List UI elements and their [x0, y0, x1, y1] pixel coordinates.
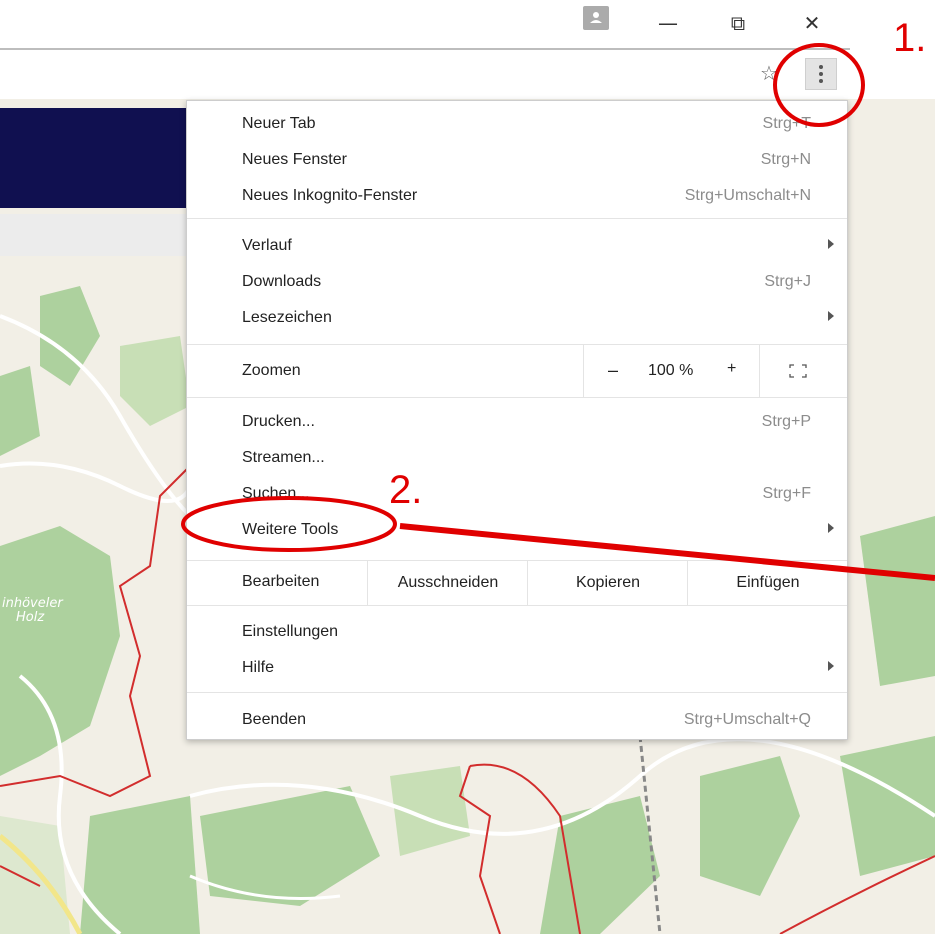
submenu-arrow-icon — [828, 523, 834, 533]
menu-separator — [187, 218, 847, 219]
menu-item-more-tools[interactable]: Weitere Tools — [187, 513, 847, 549]
site-header — [0, 108, 190, 208]
chrome-menu-button[interactable] — [805, 58, 837, 90]
fullscreen-icon — [789, 364, 807, 378]
menu-separator — [187, 605, 847, 606]
person-icon — [590, 12, 602, 23]
menu-item-incognito[interactable]: Neues Inkognito-Fenster Strg+Umschalt+N — [187, 179, 847, 215]
copy-button[interactable]: Kopieren — [527, 561, 688, 605]
kebab-icon — [819, 65, 823, 83]
minimize-button[interactable]: — — [648, 8, 688, 38]
map-place-label: inhöveler Holz — [2, 596, 63, 625]
menu-item-settings[interactable]: Einstellungen — [187, 615, 847, 651]
star-icon[interactable]: ☆ — [760, 62, 782, 84]
menu-item-history[interactable]: Verlauf — [187, 229, 847, 265]
submenu-arrow-icon — [828, 661, 834, 671]
menu-edit-row: Bearbeiten Ausschneiden Kopieren Einfüge… — [187, 561, 847, 605]
zoom-level: 100 % — [648, 362, 694, 379]
zoom-controls: – 100 % + — [583, 345, 759, 397]
menu-item-help[interactable]: Hilfe — [187, 651, 847, 687]
restore-button[interactable]: ⧉ — [718, 8, 758, 38]
close-button[interactable]: ✕ — [792, 8, 832, 38]
profile-button[interactable] — [583, 6, 609, 30]
paste-button[interactable]: Einfügen — [687, 561, 848, 605]
menu-item-cast[interactable]: Streamen... — [187, 441, 847, 477]
menu-separator — [187, 397, 847, 398]
menu-item-bookmarks[interactable]: Lesezeichen — [187, 301, 847, 337]
step2-label: 2. — [389, 468, 423, 512]
cut-button[interactable]: Ausschneiden — [367, 561, 528, 605]
site-subbar — [0, 214, 190, 256]
window-titlebar: — ⧉ ✕ — [0, 0, 935, 46]
zoom-out-button[interactable]: – — [608, 360, 618, 381]
menu-zoom-row: Zoomen – 100 % + — [187, 345, 847, 397]
chrome-main-menu: Neuer Tab Strg+T Neues Fenster Strg+N Ne… — [186, 100, 848, 740]
menu-item-new-window[interactable]: Neues Fenster Strg+N — [187, 143, 847, 179]
fullscreen-button[interactable] — [759, 345, 848, 397]
menu-item-new-tab[interactable]: Neuer Tab Strg+T — [187, 107, 847, 143]
menu-item-find[interactable]: Suchen... Strg+F — [187, 477, 847, 513]
menu-separator — [187, 692, 847, 693]
submenu-arrow-icon — [828, 239, 834, 249]
menu-item-exit[interactable]: Beenden Strg+Umschalt+Q — [187, 703, 847, 739]
menu-item-downloads[interactable]: Downloads Strg+J — [187, 265, 847, 301]
zoom-in-button[interactable]: + — [727, 360, 736, 378]
step1-label: 1. — [893, 16, 927, 60]
submenu-arrow-icon — [828, 311, 834, 321]
address-bar[interactable] — [0, 48, 850, 101]
menu-item-print[interactable]: Drucken... Strg+P — [187, 405, 847, 441]
